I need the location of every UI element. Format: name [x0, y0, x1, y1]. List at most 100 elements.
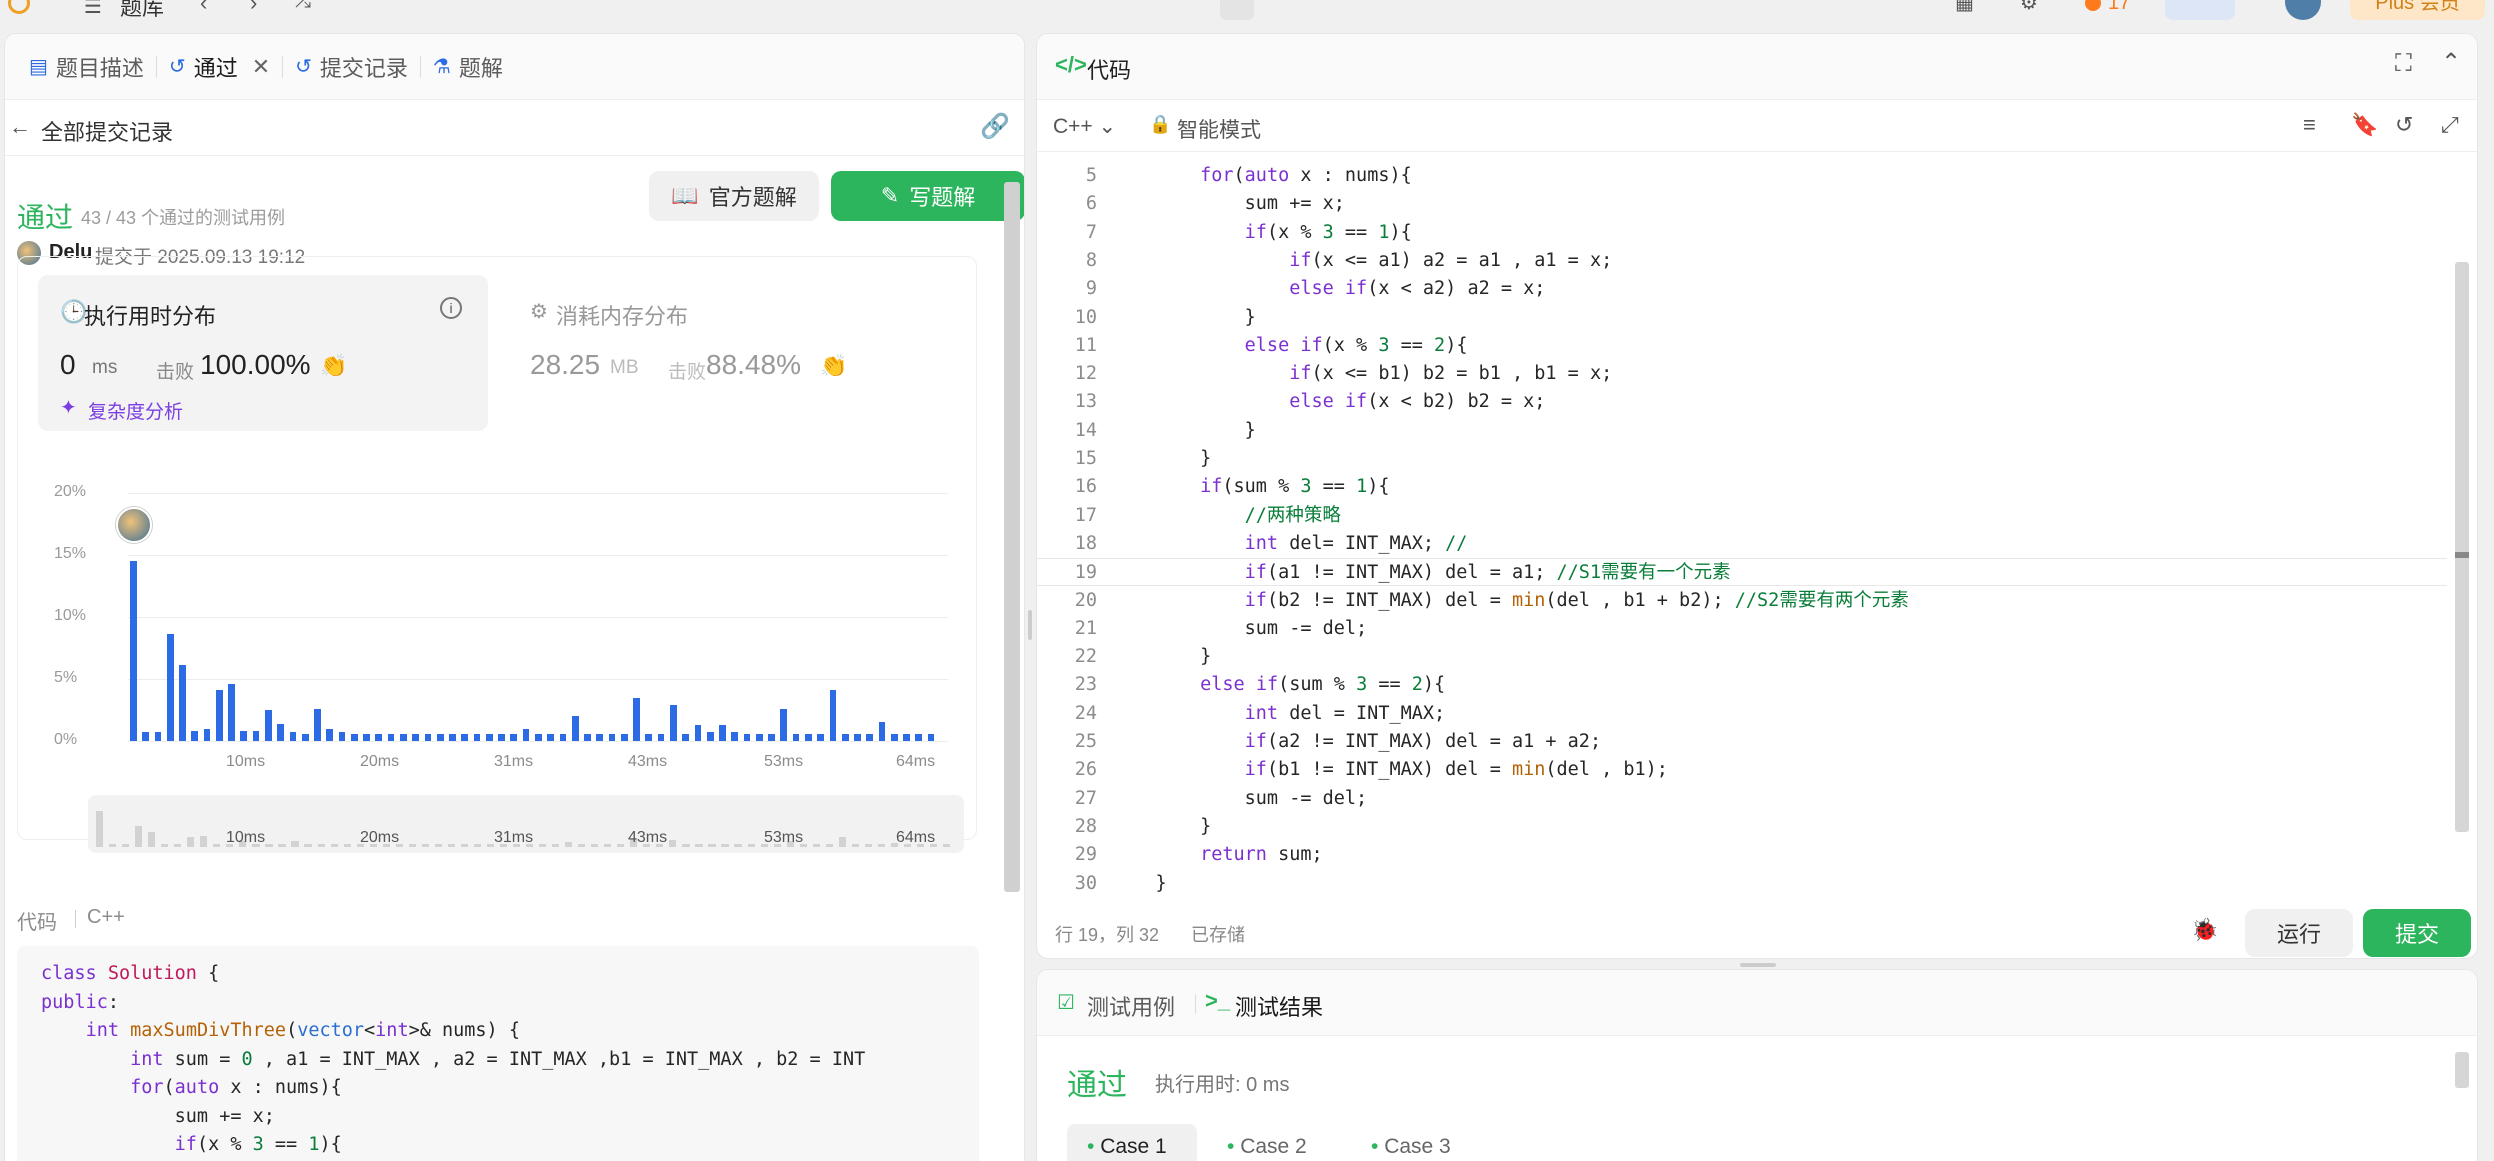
- chart-bar[interactable]: [338, 732, 346, 741]
- chart-bar[interactable]: [375, 733, 383, 741]
- logo-icon[interactable]: [8, 0, 30, 14]
- chart-bar[interactable]: [792, 733, 800, 741]
- chart-bar[interactable]: [633, 697, 640, 741]
- reset-icon[interactable]: ↺: [2395, 112, 2413, 138]
- chart-bar[interactable]: [203, 728, 211, 741]
- editor-line[interactable]: 11 else if(x % 3 == 2){: [1037, 332, 2447, 360]
- editor-line[interactable]: 20 if(b2 != INT_MAX) del = min(del , b1 …: [1037, 587, 2447, 615]
- chart-bar[interactable]: [449, 733, 456, 741]
- chart-bar[interactable]: [265, 710, 272, 741]
- language-select[interactable]: C++ ⌄: [1053, 114, 1116, 139]
- chart-bar[interactable]: [154, 732, 162, 741]
- editor-line[interactable]: 25 if(a2 != INT_MAX) del = a1 + a2;: [1037, 728, 2447, 756]
- editor-line[interactable]: 17 //两种策略: [1037, 502, 2447, 530]
- chart-bar[interactable]: [547, 733, 555, 741]
- chart-bar[interactable]: [424, 733, 432, 741]
- plus-member-button[interactable]: Plus 会员: [2350, 0, 2485, 20]
- chart-bar[interactable]: [314, 708, 321, 741]
- problem-bank-link[interactable]: 题库: [120, 0, 164, 22]
- avatar[interactable]: [2285, 0, 2321, 20]
- chart-bar[interactable]: [755, 733, 763, 741]
- chart-bar[interactable]: [461, 733, 469, 741]
- chart-bar[interactable]: [915, 733, 923, 741]
- chart-bar[interactable]: [670, 705, 677, 741]
- smart-mode-label[interactable]: 智能模式: [1177, 114, 1261, 144]
- horizontal-splitter[interactable]: [1740, 963, 1776, 967]
- next-icon[interactable]: ›: [250, 0, 257, 16]
- editor-line[interactable]: 6 sum += x;: [1037, 190, 2447, 218]
- chart-bar[interactable]: [166, 634, 174, 741]
- run-button[interactable]: 运行: [2245, 909, 2353, 957]
- editor-line[interactable]: 29 return sum;: [1037, 841, 2447, 869]
- bookmark-icon[interactable]: 🔖: [2351, 112, 2378, 138]
- chart-bar[interactable]: [768, 733, 775, 741]
- editor-line[interactable]: 28 }: [1037, 813, 2447, 841]
- tab-testresult[interactable]: 测试结果: [1235, 990, 1323, 1022]
- tab-submissions[interactable]: ↺ 提交记录: [283, 34, 420, 100]
- chart-bar[interactable]: [731, 732, 739, 741]
- editor-line[interactable]: 18 int del= INT_MAX; //: [1037, 530, 2447, 558]
- editor-line[interactable]: 23 else if(sum % 3 == 2){: [1037, 671, 2447, 699]
- chart-bar[interactable]: [743, 733, 751, 741]
- chart-bar[interactable]: [350, 733, 358, 741]
- chart-bar[interactable]: [535, 733, 542, 741]
- chart-bar[interactable]: [412, 733, 420, 741]
- case-tab-1[interactable]: • Case 1: [1067, 1124, 1197, 1161]
- editor-line[interactable]: 8 if(x <= a1) a2 = a1 , a1 = x;: [1037, 247, 2447, 275]
- official-solution-button[interactable]: 📖 官方题解: [649, 171, 819, 221]
- chart-bar[interactable]: [289, 732, 297, 741]
- tab-description[interactable]: ▤ 题目描述: [17, 34, 156, 100]
- case-tab-3[interactable]: • Case 3: [1351, 1124, 1481, 1161]
- chart-bar[interactable]: [130, 561, 137, 741]
- chart-bar[interactable]: [326, 728, 334, 741]
- chart-bar[interactable]: [252, 731, 260, 741]
- chart-bar[interactable]: [608, 733, 616, 741]
- editor-line[interactable]: 27 sum -= del;: [1037, 785, 2447, 813]
- tab-solutions[interactable]: ⚗ 题解: [421, 34, 515, 100]
- settings-icon[interactable]: ⚙: [2020, 0, 2038, 15]
- chart-bar[interactable]: [584, 733, 591, 741]
- chart-bar[interactable]: [878, 722, 886, 741]
- chart-bar[interactable]: [706, 732, 714, 741]
- chart-bar[interactable]: [829, 690, 837, 741]
- chart-bar[interactable]: [142, 732, 150, 741]
- all-submissions-link[interactable]: 全部提交记录: [41, 115, 173, 147]
- write-solution-button[interactable]: ✎ 写题解: [831, 171, 1024, 221]
- chart-bar[interactable]: [903, 733, 910, 741]
- chart-bar[interactable]: [927, 733, 935, 741]
- editor-line[interactable]: 13 else if(x < b2) b2 = x;: [1037, 388, 2447, 416]
- shuffle-icon[interactable]: ⤮: [295, 0, 311, 13]
- chart-bar[interactable]: [301, 733, 309, 741]
- prev-icon[interactable]: ‹: [200, 0, 207, 16]
- timer-icon[interactable]: [2165, 0, 2235, 20]
- code-editor[interactable]: 5 for(auto x : nums){6 sum += x; 7 if(x %…: [1037, 152, 2477, 907]
- editor-line[interactable]: 5 for(auto x : nums){: [1037, 162, 2447, 190]
- chart-bar[interactable]: [522, 728, 530, 741]
- chart-bar[interactable]: [363, 733, 370, 741]
- chart-bar[interactable]: [620, 733, 628, 741]
- chart-bar[interactable]: [694, 724, 702, 741]
- chart-bar[interactable]: [485, 733, 493, 741]
- chart-bar[interactable]: [559, 733, 567, 741]
- editor-line[interactable]: 15 }: [1037, 445, 2447, 473]
- chart-bar[interactable]: [890, 733, 898, 741]
- editor-line[interactable]: 10 }: [1037, 304, 2447, 332]
- editor-line[interactable]: 24 int del = INT_MAX;: [1037, 700, 2447, 728]
- chart-bar[interactable]: [473, 733, 481, 741]
- layout-icon[interactable]: ▦: [1955, 0, 1974, 15]
- chart-bar[interactable]: [854, 733, 861, 741]
- chart-bar[interactable]: [571, 716, 579, 741]
- chart-bar[interactable]: [179, 665, 186, 741]
- chart-bar[interactable]: [841, 733, 849, 741]
- tab-testcases[interactable]: 测试用例: [1087, 990, 1175, 1022]
- chart-bar[interactable]: [645, 733, 653, 741]
- editor-line[interactable]: 26 if(b1 != INT_MAX) del = min(del , b1)…: [1037, 756, 2447, 784]
- left-scrollbar[interactable]: [1004, 182, 1020, 892]
- arrow-left-icon[interactable]: ←: [9, 114, 31, 140]
- chart-bar[interactable]: [228, 683, 235, 741]
- editor-line[interactable]: 9 else if(x < a2) a2 = x;: [1037, 275, 2447, 303]
- chart-bar[interactable]: [240, 731, 248, 741]
- tab-accepted[interactable]: ↺ 通过 ✕: [157, 34, 282, 100]
- editor-scrollbar[interactable]: [2455, 262, 2469, 832]
- fullscreen-icon[interactable]: ⛶: [2395, 50, 2412, 78]
